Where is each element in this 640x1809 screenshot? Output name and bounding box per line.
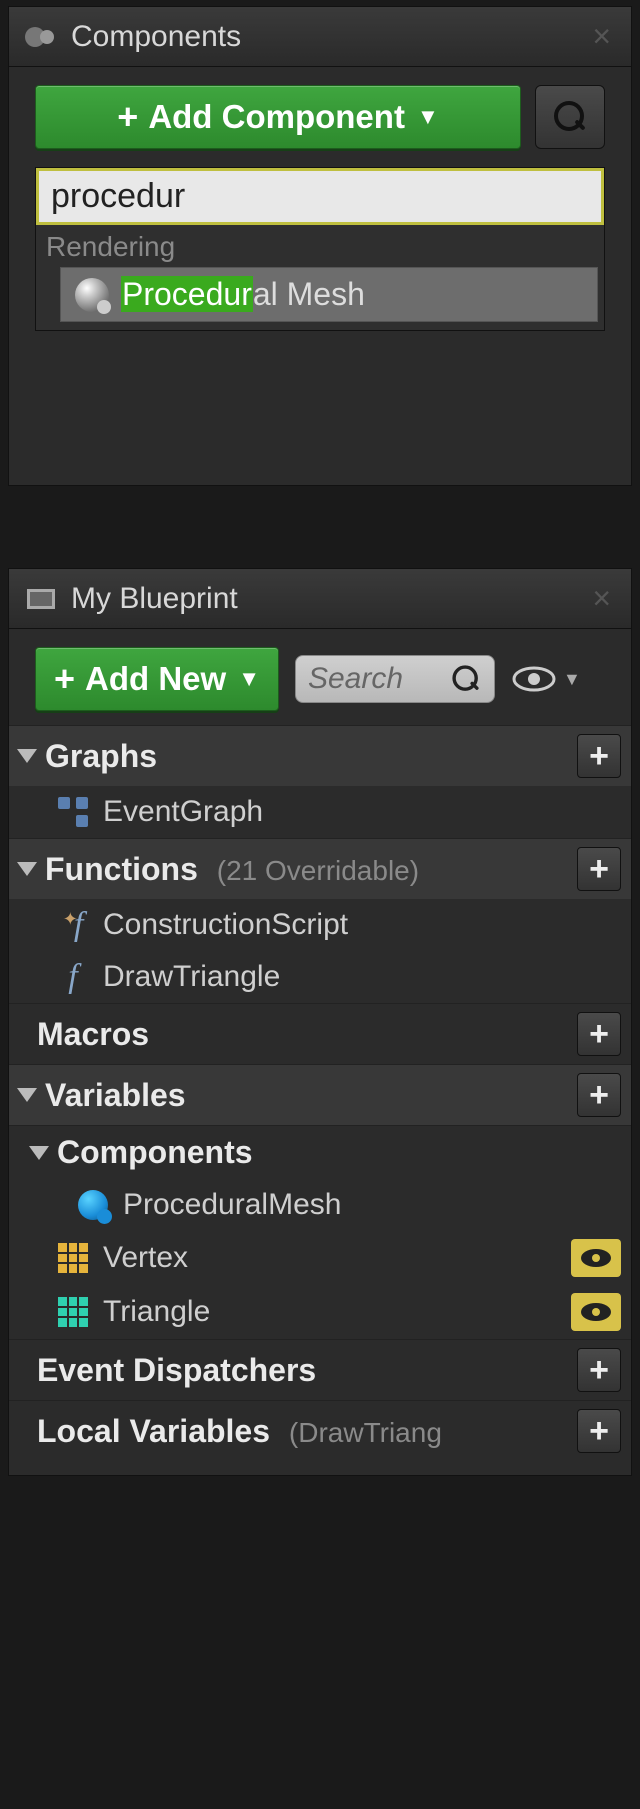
- function-icon: f: [55, 907, 91, 943]
- category-label-rendering: Rendering: [36, 225, 604, 265]
- components-search-button[interactable]: [535, 85, 605, 149]
- add-new-button[interactable]: + Add New ▼: [35, 647, 279, 711]
- item-proceduralmesh-label: ProceduralMesh: [123, 1188, 621, 1222]
- add-local-variable-button[interactable]: +: [577, 1409, 621, 1453]
- section-functions[interactable]: Functions (21 Overridable) +: [9, 838, 631, 899]
- item-vertex[interactable]: Vertex: [9, 1231, 631, 1285]
- item-vertex-label: Vertex: [103, 1241, 563, 1275]
- visibility-toggle-vertex[interactable]: [571, 1239, 621, 1277]
- item-constructionscript-label: ConstructionScript: [103, 908, 621, 942]
- add-variable-button[interactable]: +: [577, 1073, 621, 1117]
- component-search-input[interactable]: [36, 168, 604, 225]
- item-drawtriangle[interactable]: f DrawTriangle: [9, 951, 631, 1003]
- components-tab-header: Components ×: [9, 7, 631, 67]
- item-triangle-label: Triangle: [103, 1295, 563, 1329]
- section-components[interactable]: Components: [9, 1125, 631, 1179]
- search-icon: [554, 101, 586, 133]
- blueprint-toolbar: + Add New ▼ Search ▼: [9, 629, 631, 725]
- section-functions-title: Functions (21 Overridable): [45, 851, 577, 888]
- components-tab-icon: [23, 19, 59, 55]
- blueprint-tab-title: My Blueprint: [71, 582, 586, 616]
- add-component-dropdown: Rendering Procedural Mesh: [35, 167, 605, 331]
- search-icon: [452, 665, 479, 692]
- section-macros[interactable]: Macros +: [9, 1003, 631, 1064]
- disclosure-icon: [17, 1088, 37, 1102]
- plus-icon: +: [54, 658, 75, 700]
- plus-icon: +: [117, 96, 138, 138]
- view-options-button[interactable]: ▼: [511, 664, 581, 694]
- section-event-dispatchers-title: Event Dispatchers: [37, 1352, 577, 1389]
- result-procedural-mesh[interactable]: Procedural Mesh: [60, 267, 598, 322]
- blueprint-tab-header: My Blueprint ×: [9, 569, 631, 629]
- add-graph-button[interactable]: +: [577, 734, 621, 778]
- item-eventgraph-label: EventGraph: [103, 795, 621, 829]
- add-component-button[interactable]: + Add Component ▼: [35, 85, 521, 149]
- section-local-variables-title: Local Variables (DrawTriang: [37, 1413, 577, 1450]
- add-component-label: Add Component: [148, 98, 405, 136]
- components-tab-close-icon[interactable]: ×: [586, 18, 617, 55]
- function-icon: f: [55, 959, 91, 995]
- section-local-variables[interactable]: Local Variables (DrawTriang +: [9, 1400, 631, 1461]
- section-variables-title: Variables: [45, 1077, 577, 1114]
- graph-icon: [55, 794, 91, 830]
- chevron-down-icon: ▼: [563, 669, 581, 690]
- item-drawtriangle-label: DrawTriangle: [103, 960, 621, 994]
- component-icon: [75, 1187, 111, 1223]
- eye-icon: [511, 664, 557, 694]
- my-blueprint-panel: My Blueprint × + Add New ▼ Search ▼ Grap…: [8, 568, 632, 1476]
- components-tab-title: Components: [71, 20, 586, 54]
- blueprint-tab-icon: [23, 581, 59, 617]
- section-variables[interactable]: Variables +: [9, 1064, 631, 1125]
- item-triangle[interactable]: Triangle: [9, 1285, 631, 1339]
- section-components-title: Components: [57, 1134, 621, 1171]
- section-event-dispatchers[interactable]: Event Dispatchers +: [9, 1339, 631, 1400]
- add-new-label: Add New: [85, 660, 226, 698]
- mesh-icon: [75, 278, 109, 312]
- search-placeholder: Search: [308, 662, 450, 696]
- disclosure-icon: [17, 862, 37, 876]
- disclosure-icon: [29, 1146, 49, 1160]
- blueprint-search-input[interactable]: Search: [295, 655, 495, 703]
- blueprint-tab-close-icon[interactable]: ×: [586, 580, 617, 617]
- components-toolbar: + Add Component ▼: [9, 67, 631, 163]
- chevron-down-icon: ▼: [238, 666, 260, 692]
- add-function-button[interactable]: +: [577, 847, 621, 891]
- disclosure-icon: [17, 749, 37, 763]
- array-icon: [55, 1294, 91, 1330]
- section-graphs[interactable]: Graphs +: [9, 725, 631, 786]
- add-macro-button[interactable]: +: [577, 1012, 621, 1056]
- item-constructionscript[interactable]: f ConstructionScript: [9, 899, 631, 951]
- chevron-down-icon: ▼: [417, 104, 439, 130]
- visibility-toggle-triangle[interactable]: [571, 1293, 621, 1331]
- section-graphs-title: Graphs: [45, 738, 577, 775]
- item-proceduralmesh[interactable]: ProceduralMesh: [9, 1179, 631, 1231]
- section-macros-title: Macros: [37, 1016, 577, 1053]
- add-dispatcher-button[interactable]: +: [577, 1348, 621, 1392]
- array-icon: [55, 1240, 91, 1276]
- result-text: Procedural Mesh: [121, 276, 365, 313]
- components-panel: Components × + Add Component ▼ Rendering…: [8, 6, 632, 486]
- item-eventgraph[interactable]: EventGraph: [9, 786, 631, 838]
